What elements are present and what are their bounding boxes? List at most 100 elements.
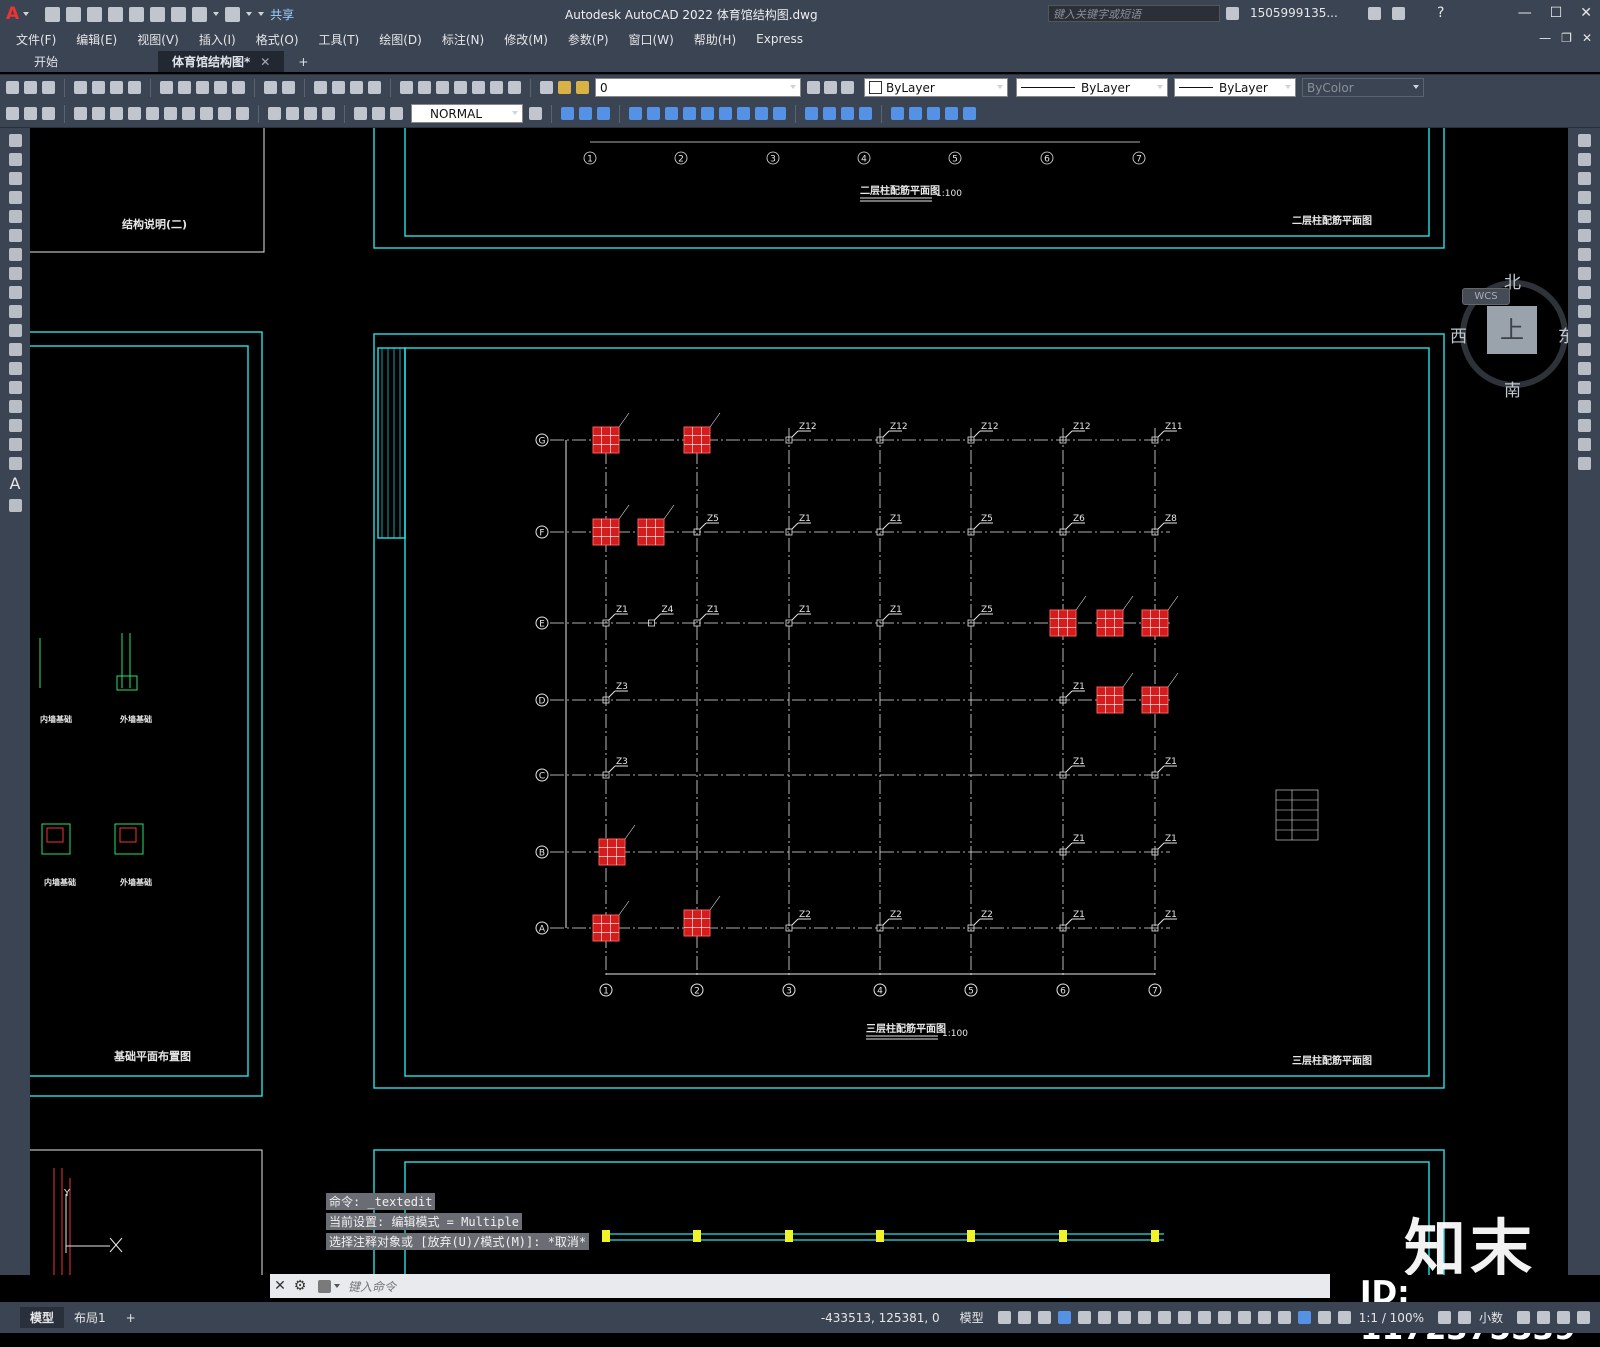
circle-icon[interactable] xyxy=(8,248,22,261)
menu-dimension[interactable]: 标注(N) xyxy=(442,31,484,48)
menu-format[interactable]: 格式(O) xyxy=(256,31,299,48)
trim-icon[interactable] xyxy=(1577,305,1591,318)
drawing-canvas[interactable]: 1 1 2 2 3 3 4 4 5 5 6 6 7 7 G F E D C B A Z12 Z12 Z12 Z12 Z11 Z5 Z1… xyxy=(30,128,1568,1275)
tb-3d-intersect-icon[interactable] xyxy=(737,107,750,120)
tb-3d-array-icon[interactable] xyxy=(859,107,872,120)
blend-curves-icon[interactable] xyxy=(1577,438,1591,451)
tb-dim-radius-icon[interactable] xyxy=(92,107,105,120)
tb-layer-props-icon[interactable] xyxy=(540,81,553,94)
tb-dim-baseline-icon[interactable] xyxy=(182,107,195,120)
maximize-button[interactable]: ☐ xyxy=(1550,5,1563,21)
tb-3d-section-icon[interactable] xyxy=(773,107,786,120)
polygon-icon[interactable] xyxy=(8,191,22,204)
break-at-point-icon[interactable] xyxy=(1577,343,1591,356)
erase-icon[interactable] xyxy=(1577,134,1591,147)
tb-3d-chamfer-icon[interactable] xyxy=(927,107,940,120)
menu-modify[interactable]: 修改(M) xyxy=(504,31,548,48)
tb-dimstyle-icon[interactable] xyxy=(529,107,542,120)
doc-close-button[interactable]: ✕ xyxy=(1582,31,1592,45)
tb-3d-thicken-icon[interactable] xyxy=(945,107,958,120)
customize-status-icon[interactable] xyxy=(1577,1311,1590,1324)
tb-plot-icon[interactable] xyxy=(110,81,123,94)
tb-dim-angular-icon[interactable] xyxy=(146,107,159,120)
tb-zoom-window-icon[interactable] xyxy=(350,81,363,94)
tab-add-button[interactable]: + xyxy=(284,51,322,72)
tb-3d-sweep-icon[interactable] xyxy=(665,107,678,120)
annotation-monitor-icon[interactable] xyxy=(1457,1311,1471,1324)
print-icon[interactable] xyxy=(171,6,187,22)
tb-copy-icon[interactable] xyxy=(178,81,191,94)
tb-help-icon[interactable] xyxy=(508,81,521,94)
command-customize-icon[interactable]: ⚙ xyxy=(290,1278,310,1294)
units-readout[interactable]: 小数 xyxy=(1479,1309,1503,1326)
tb-center-mark-icon[interactable] xyxy=(286,107,299,120)
menu-draw[interactable]: 绘图(D) xyxy=(379,31,422,48)
tb-zoom-realtime-icon[interactable] xyxy=(332,81,345,94)
tb-dim-text-edit-icon[interactable] xyxy=(372,107,385,120)
redo-icon[interactable] xyxy=(225,6,241,22)
chamfer-icon[interactable] xyxy=(1577,400,1591,413)
explode-icon[interactable] xyxy=(1577,457,1591,470)
tb-dim-ordinate-icon[interactable] xyxy=(74,107,87,120)
join-icon[interactable] xyxy=(1577,381,1591,394)
viewcube[interactable]: 北 南 东 西 上 xyxy=(1450,268,1568,401)
tb-blockedit-icon[interactable] xyxy=(232,81,245,94)
menu-help[interactable]: 帮助(H) xyxy=(694,31,736,48)
tb-3d-fillet-icon[interactable] xyxy=(909,107,922,120)
break-icon[interactable] xyxy=(1577,362,1591,375)
tb-calc-icon[interactable] xyxy=(490,81,503,94)
share-button[interactable]: 共享 xyxy=(270,6,294,23)
infer-constraints-icon[interactable] xyxy=(1037,1311,1051,1324)
tb-pan-icon[interactable] xyxy=(314,81,327,94)
tb-dim-update-icon[interactable] xyxy=(390,107,403,120)
tab-model[interactable]: 模型 xyxy=(20,1307,65,1328)
tb-new-icon[interactable] xyxy=(6,81,19,94)
model-space-toggle[interactable]: 模型 xyxy=(960,1309,984,1326)
polyline-icon[interactable] xyxy=(8,172,22,185)
menu-tools[interactable]: 工具(T) xyxy=(319,31,360,48)
tb-cut-icon[interactable] xyxy=(160,81,173,94)
hatch-icon[interactable] xyxy=(8,400,22,413)
tb-properties-icon[interactable] xyxy=(400,81,413,94)
tb-designcenter-icon[interactable] xyxy=(418,81,431,94)
add-layout-button[interactable]: + xyxy=(116,1309,146,1327)
stretch-icon[interactable] xyxy=(1577,286,1591,299)
model-space[interactable]: 1 1 2 2 3 3 4 4 5 5 6 6 7 7 G F E D C B A Z12 Z12 Z12 Z12 Z11 Z5 Z1… xyxy=(30,128,1568,1275)
save-icon[interactable] xyxy=(87,6,103,22)
tb-tolerance-icon[interactable] xyxy=(268,107,281,120)
construction-line-icon[interactable] xyxy=(8,153,22,166)
tb-3d-union-icon[interactable] xyxy=(701,107,714,120)
layer-previous-icon[interactable] xyxy=(824,81,837,94)
tb-dim-space-icon[interactable] xyxy=(218,107,231,120)
ellipse-arc-icon[interactable] xyxy=(8,324,22,337)
doc-restore-button[interactable]: ❐ xyxy=(1561,31,1572,45)
transparency-icon[interactable] xyxy=(1197,1311,1211,1324)
tb-inspect-icon[interactable] xyxy=(304,107,317,120)
undo-caret-icon[interactable] xyxy=(213,12,220,16)
tb-open-icon[interactable] xyxy=(24,81,37,94)
offset-icon[interactable] xyxy=(1577,191,1591,204)
search-icon[interactable] xyxy=(1226,7,1239,20)
tab-close-icon[interactable]: ✕ xyxy=(260,55,270,69)
tb-preview-icon[interactable] xyxy=(92,81,105,94)
save-web-icon[interactable] xyxy=(150,6,166,22)
tb-3d-subtract-icon[interactable] xyxy=(719,107,732,120)
tb-3d-rotate-icon[interactable] xyxy=(823,107,836,120)
tb-dim-continue-icon[interactable] xyxy=(200,107,213,120)
3d-osnap-icon[interactable] xyxy=(1237,1311,1251,1324)
gizmo-icon[interactable] xyxy=(1297,1311,1311,1324)
tb-3d-move-icon[interactable] xyxy=(805,107,818,120)
user-account[interactable]: 1505999135... xyxy=(1250,6,1338,20)
ellipse-icon[interactable] xyxy=(8,305,22,318)
menu-edit[interactable]: 编辑(E) xyxy=(76,31,117,48)
command-recent-caret-icon[interactable] xyxy=(334,1284,340,1288)
help-button[interactable]: ? xyxy=(1437,5,1444,21)
make-current-layer-icon[interactable] xyxy=(807,81,820,94)
viewcube-west[interactable]: 西 xyxy=(1450,322,1467,347)
menu-parametric[interactable]: 参数(P) xyxy=(568,31,609,48)
tb-sheetset-icon[interactable] xyxy=(454,81,467,94)
insert-block-icon[interactable] xyxy=(8,343,22,356)
grid-icon[interactable] xyxy=(997,1311,1011,1324)
clean-screen-icon[interactable] xyxy=(1557,1311,1570,1324)
tb-3d-slice-icon[interactable] xyxy=(755,107,768,120)
